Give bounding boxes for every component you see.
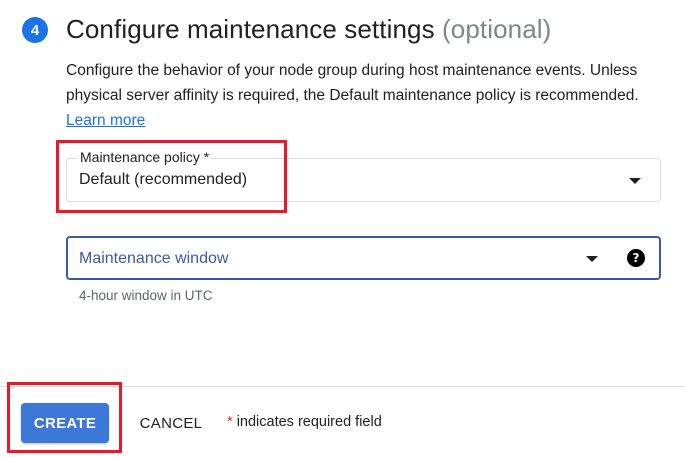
- required-note-text: indicates required field: [236, 414, 382, 430]
- help-icon[interactable]: ?: [627, 249, 645, 267]
- learn-more-link[interactable]: Learn more: [66, 112, 145, 129]
- description-text: Configure the behavior of your node grou…: [66, 62, 639, 104]
- step-number-badge: 4: [22, 17, 48, 43]
- annotation-highlight-policy: [56, 140, 287, 213]
- cancel-button[interactable]: CANCEL: [130, 403, 212, 443]
- section-title-text: Configure maintenance settings: [66, 14, 435, 44]
- required-star: *: [227, 414, 233, 430]
- arrow-drop-down-icon[interactable]: [629, 178, 641, 184]
- maintenance-window-hint: 4-hour window in UTC: [79, 288, 213, 303]
- section-description: Configure the behavior of your node grou…: [66, 58, 666, 133]
- annotation-highlight-create: [7, 382, 122, 453]
- maintenance-window-select[interactable]: Maintenance window ?: [66, 236, 661, 280]
- section-title: Configure maintenance settings (optional…: [66, 14, 551, 45]
- optional-tag: (optional): [442, 14, 552, 44]
- required-field-note: * indicates required field: [227, 414, 382, 430]
- maintenance-window-placeholder: Maintenance window: [79, 250, 229, 267]
- arrow-drop-down-icon[interactable]: [586, 256, 598, 262]
